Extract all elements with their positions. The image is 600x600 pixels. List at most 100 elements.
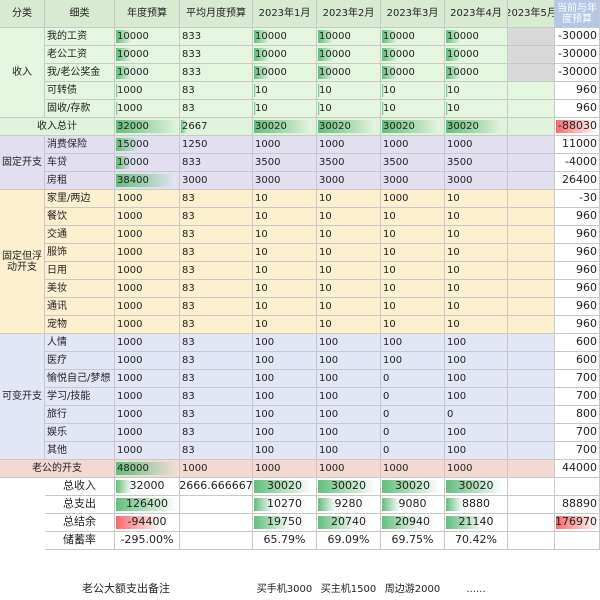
summary-may-empty[interactable] xyxy=(508,496,555,514)
cell-mar[interactable]: 3000 xyxy=(381,172,445,190)
cell-may[interactable] xyxy=(508,208,555,226)
cell-feb[interactable]: 100 xyxy=(317,424,381,442)
cell-may[interactable] xyxy=(508,334,555,352)
cell-apr[interactable]: 10 xyxy=(445,280,508,298)
cell-budget[interactable]: 10000 xyxy=(115,64,180,82)
cell-avg[interactable]: 83 xyxy=(180,406,253,424)
cell-apr[interactable]: 10 xyxy=(445,244,508,262)
cell-feb[interactable]: 100 xyxy=(317,442,381,460)
cell-avg[interactable]: 83 xyxy=(180,82,253,100)
cell-feb[interactable]: 3000 xyxy=(317,172,381,190)
cell-mar[interactable]: 10000 xyxy=(381,46,445,64)
summary-label-total_spend[interactable]: 总支出 xyxy=(45,496,115,514)
cell-feb[interactable]: 1000 xyxy=(317,136,381,154)
cell-budget[interactable]: 15000 xyxy=(115,136,180,154)
summary-may-empty[interactable] xyxy=(508,478,555,496)
summary-may-empty[interactable] xyxy=(508,514,555,532)
summary-savings-apr[interactable]: 70.42% xyxy=(445,532,508,550)
cell-may[interactable] xyxy=(508,298,555,316)
cell-may[interactable] xyxy=(508,46,555,64)
subcategory-cell[interactable]: 房租 xyxy=(45,172,115,190)
subcategory-cell[interactable]: 服饰 xyxy=(45,244,115,262)
cell-mar[interactable]: 1000 xyxy=(381,190,445,208)
cell-budget[interactable]: 48000 xyxy=(115,460,180,478)
cell-may[interactable] xyxy=(508,406,555,424)
cell-apr[interactable]: 10 xyxy=(445,316,508,334)
cell-diff[interactable]: 960 xyxy=(555,208,600,226)
summary-total_income-jan[interactable]: 30020 xyxy=(253,478,317,496)
cell-mar[interactable]: 10000 xyxy=(381,64,445,82)
subcategory-cell[interactable]: 消费保险 xyxy=(45,136,115,154)
cell-apr[interactable]: 100 xyxy=(445,388,508,406)
header-jan-2023[interactable]: 2023年1月 xyxy=(253,0,317,28)
blank-cell[interactable] xyxy=(508,568,555,586)
cell-apr[interactable]: 10 xyxy=(445,100,508,118)
cell-avg[interactable]: 83 xyxy=(180,352,253,370)
header-subcategory[interactable]: 细类 xyxy=(45,0,115,28)
notes-label[interactable]: 老公大额支出备注 xyxy=(0,580,253,600)
cell-avg[interactable]: 833 xyxy=(180,46,253,64)
cell-mar[interactable]: 100 xyxy=(381,334,445,352)
cell-mar[interactable]: 0 xyxy=(381,424,445,442)
cell-apr[interactable]: 1000 xyxy=(445,136,508,154)
cell-mar[interactable]: 0 xyxy=(381,388,445,406)
summary-total_spend-jan[interactable]: 10270 xyxy=(253,496,317,514)
header-vs-annual-budget[interactable]: 当前与年度预算 xyxy=(555,0,600,28)
cell-jan[interactable]: 100 xyxy=(253,334,317,352)
cell-jan[interactable]: 10 xyxy=(253,262,317,280)
cell-apr[interactable]: 10 xyxy=(445,298,508,316)
cell-mar[interactable]: 0 xyxy=(381,370,445,388)
cell-avg[interactable]: 83 xyxy=(180,316,253,334)
cell-may[interactable] xyxy=(508,190,555,208)
cell-apr[interactable]: 0 xyxy=(445,406,508,424)
subcategory-cell[interactable]: 可转债 xyxy=(45,82,115,100)
cell-mar[interactable]: 10 xyxy=(381,298,445,316)
summary-balance-avg[interactable] xyxy=(180,514,253,532)
cell-avg[interactable]: 833 xyxy=(180,28,253,46)
note-jan[interactable]: 买手机3000 xyxy=(253,580,317,600)
cell-budget[interactable]: 1000 xyxy=(115,298,180,316)
subcategory-cell[interactable]: 家里/两边 xyxy=(45,190,115,208)
cell-budget[interactable]: 1000 xyxy=(115,280,180,298)
cell-apr[interactable]: 10 xyxy=(445,262,508,280)
cell-jan[interactable]: 10 xyxy=(253,298,317,316)
cell-avg[interactable]: 83 xyxy=(180,280,253,298)
summary-savings-avg[interactable] xyxy=(180,532,253,550)
cell-feb[interactable]: 1000 xyxy=(317,460,381,478)
cell-may[interactable] xyxy=(508,460,555,478)
cell-diff[interactable]: 11000 xyxy=(555,136,600,154)
cell-mar[interactable]: 30020 xyxy=(381,118,445,136)
cell-diff[interactable]: 600 xyxy=(555,334,600,352)
cell-budget[interactable]: 1000 xyxy=(115,100,180,118)
cell-feb[interactable]: 10000 xyxy=(317,28,381,46)
summary-spacer[interactable] xyxy=(0,514,45,532)
cell-mar[interactable]: 10 xyxy=(381,226,445,244)
cell-jan[interactable]: 100 xyxy=(253,352,317,370)
cell-avg[interactable]: 83 xyxy=(180,208,253,226)
subcategory-cell[interactable]: 固收/存款 xyxy=(45,100,115,118)
summary-savings-mar[interactable]: 69.75% xyxy=(381,532,445,550)
cell-may[interactable] xyxy=(508,154,555,172)
cell-may[interactable] xyxy=(508,136,555,154)
cell-diff[interactable]: 600 xyxy=(555,352,600,370)
cell-feb[interactable]: 30020 xyxy=(317,118,381,136)
summary-savings-feb[interactable]: 69.09% xyxy=(317,532,381,550)
blank-cell[interactable] xyxy=(115,550,180,568)
cell-may[interactable] xyxy=(508,172,555,190)
cell-avg[interactable]: 83 xyxy=(180,244,253,262)
cell-feb[interactable]: 10000 xyxy=(317,46,381,64)
cell-mar[interactable]: 10 xyxy=(381,82,445,100)
cell-apr[interactable]: 100 xyxy=(445,442,508,460)
summary-savings-diff[interactable] xyxy=(555,532,600,550)
cell-apr[interactable]: 100 xyxy=(445,352,508,370)
cell-diff[interactable]: 960 xyxy=(555,298,600,316)
subcategory-cell[interactable]: 餐饮 xyxy=(45,208,115,226)
cell-diff[interactable]: 700 xyxy=(555,370,600,388)
cell-avg[interactable]: 83 xyxy=(180,424,253,442)
header-category[interactable]: 分类 xyxy=(0,0,45,28)
cell-avg[interactable]: 83 xyxy=(180,226,253,244)
cell-budget[interactable]: 10000 xyxy=(115,46,180,64)
cell-budget[interactable]: 1000 xyxy=(115,82,180,100)
cell-apr[interactable]: 100 xyxy=(445,424,508,442)
blank-cell[interactable] xyxy=(180,550,253,568)
